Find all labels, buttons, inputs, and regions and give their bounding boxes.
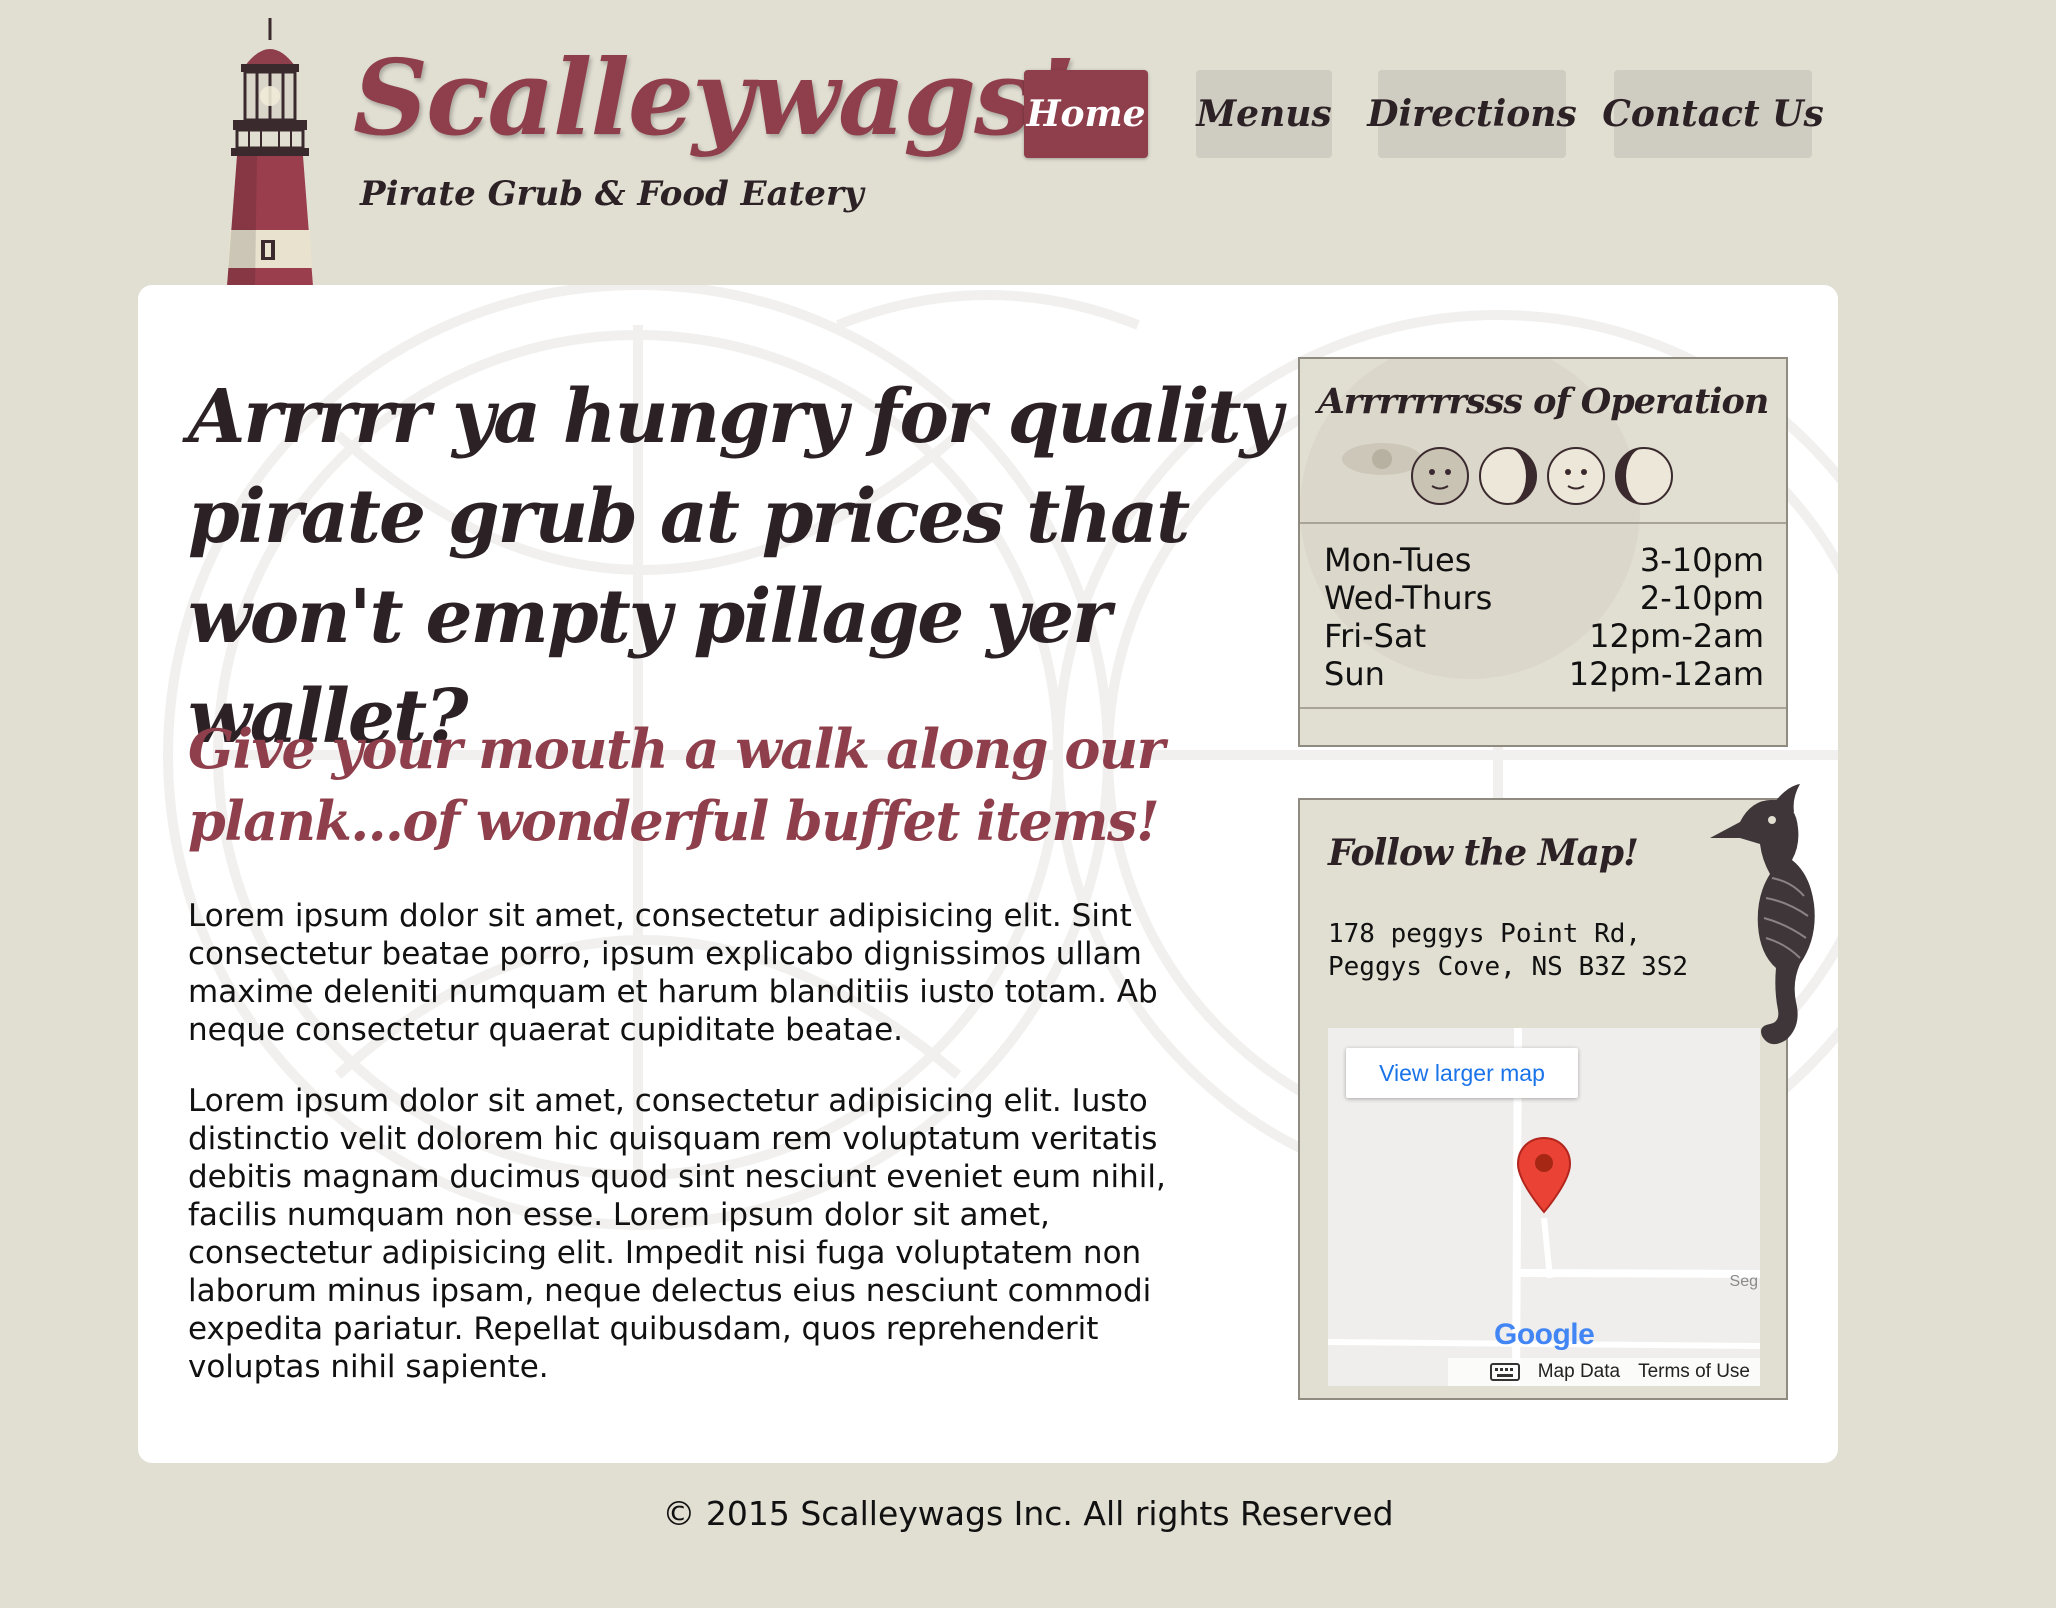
- hours-time: 12pm-2am: [1589, 617, 1764, 655]
- hours-row: Mon-Tues 3-10pm: [1324, 541, 1764, 579]
- address: 178 peggys Point Rd, Peggys Cove, NS B3Z…: [1328, 918, 1688, 984]
- moon-phases-icon: [1411, 447, 1673, 505]
- map-attribution-bar: Map Data Terms of Use: [1448, 1358, 1760, 1386]
- hours-day: Fri-Sat: [1324, 617, 1427, 655]
- view-larger-map-link[interactable]: View larger map: [1346, 1048, 1578, 1098]
- hours-time: 12pm-12am: [1568, 655, 1764, 693]
- hours-time: 2-10pm: [1639, 579, 1764, 617]
- terms-of-use-link[interactable]: Terms of Use: [1638, 1361, 1750, 1383]
- hours-row: Fri-Sat 12pm-2am: [1324, 617, 1764, 655]
- hours-day: Mon-Tues: [1324, 541, 1472, 579]
- intro-paragraph-2: Lorem ipsum dolor sit amet, consectetur …: [188, 1083, 1166, 1385]
- main-content-card: Arrrrr ya hungry for quality pirate grub…: [138, 285, 1838, 1463]
- keyboard-icon[interactable]: [1489, 1363, 1520, 1381]
- map-title: Follow the Map!: [1328, 832, 1639, 874]
- brand-tagline: Pirate Grub & Food Eatery: [360, 174, 864, 214]
- map-pin-icon[interactable]: [1516, 1136, 1572, 1214]
- hours-of-operation-panel: Arrrrrrrsss of Operation Mon-Tues 3-10pm…: [1298, 357, 1788, 747]
- nav-menus-button[interactable]: Menus: [1196, 70, 1332, 158]
- google-map-embed[interactable]: View larger map Seg Google Map Data Term…: [1328, 1028, 1760, 1386]
- hours-day: Sun: [1324, 655, 1385, 693]
- hours-divider: [1300, 707, 1786, 709]
- intro-paragraph-1: Lorem ipsum dolor sit amet, consectetur …: [188, 898, 1158, 1048]
- google-logo-text: Google: [1494, 1318, 1595, 1351]
- google-logo: Google: [1494, 1318, 1595, 1352]
- road-label: Seg: [1729, 1273, 1758, 1290]
- seahorse-icon: [1710, 784, 1815, 1045]
- copyright-footer: © 2015 Scalleywags Inc. All rights Reser…: [662, 1494, 1394, 1533]
- hours-list: Mon-Tues 3-10pm Wed-Thurs 2-10pm Fri-Sat…: [1324, 541, 1764, 693]
- nav-home-button[interactable]: Home: [1024, 70, 1148, 158]
- hours-divider: [1300, 522, 1786, 524]
- hours-title: Arrrrrrrsss of Operation: [1317, 381, 1770, 422]
- nav-contact-us-button[interactable]: Contact Us: [1602, 70, 1824, 158]
- main-headline: Arrrrr ya hungry for quality pirate grub…: [188, 374, 1283, 760]
- map-data-link[interactable]: Map Data: [1538, 1361, 1620, 1383]
- address-line-1: 178 peggys Point Rd,: [1328, 919, 1642, 949]
- address-line-2: Peggys Cove, NS B3Z 3S2: [1328, 952, 1689, 982]
- brand-title[interactable]: Scalleywags!: [353, 46, 1076, 150]
- lighthouse-icon: [227, 18, 313, 286]
- nav-directions-button[interactable]: Directions: [1367, 70, 1577, 158]
- hours-day: Wed-Thurs: [1324, 579, 1493, 617]
- hours-row: Sun 12pm-12am: [1324, 655, 1764, 693]
- main-subhead: Give your mouth a walk along our plank..…: [188, 717, 1165, 853]
- hours-row: Wed-Thurs 2-10pm: [1324, 579, 1764, 617]
- hours-time: 3-10pm: [1639, 541, 1764, 579]
